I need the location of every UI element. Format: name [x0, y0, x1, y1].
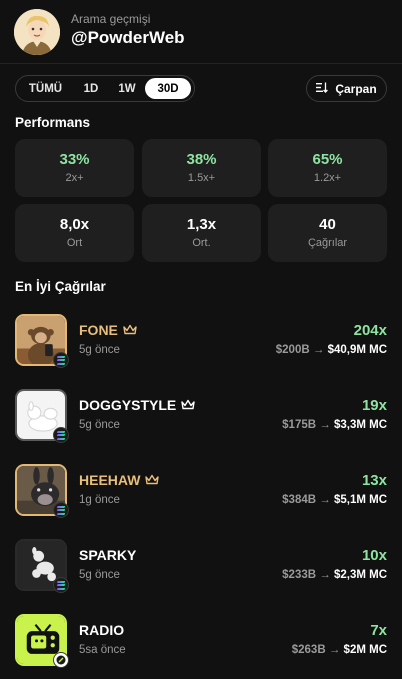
- call-time: 5g önce: [79, 569, 120, 581]
- call-multiplier: 204x: [353, 322, 387, 339]
- call-time: 5g önce: [79, 344, 120, 356]
- market-cap-change: $200B → $40,9M MC: [276, 344, 387, 356]
- multiplier-sort-button[interactable]: Çarpan: [306, 75, 387, 102]
- stat-value: 38%: [186, 151, 217, 168]
- token-name: DOGGYSTYLE: [79, 397, 195, 413]
- mc-from: $263B: [291, 644, 326, 656]
- call-multiplier: 7x: [370, 622, 387, 639]
- call-multiplier: 19x: [361, 397, 387, 414]
- tab-1d[interactable]: 1D: [73, 78, 109, 99]
- call-row-heehaw[interactable]: HEEHAW 1g önce 13x $384B → $5,1M MC: [15, 464, 387, 518]
- call-row-sparky[interactable]: SPARKY 5g önce 10x $233B → $2,3M MC: [15, 539, 387, 593]
- arrow-icon: →: [312, 344, 325, 356]
- arrow-icon: →: [319, 419, 331, 431]
- arrow-icon: →: [328, 644, 341, 656]
- mc-to: $3,3M MC: [333, 419, 387, 431]
- token-name: FONE: [79, 322, 137, 338]
- token-name: RADIO: [79, 622, 125, 638]
- call-multiplier: 10x: [361, 547, 387, 564]
- market-cap-change: $384B → $5,1M MC: [282, 494, 387, 506]
- token-name-text: FONE: [79, 322, 118, 338]
- token-name: SPARKY: [79, 547, 137, 563]
- mc-to: $40,9M MC: [327, 344, 387, 356]
- stat-label: 1.5x+: [187, 172, 216, 184]
- call-row-fone[interactable]: FONE 5g önce 204x $200B → $40,9M MC: [15, 314, 387, 368]
- mc-from: $233B: [282, 569, 317, 581]
- stat-label: Ort: [66, 237, 83, 249]
- solana-chain-icon: [53, 427, 69, 443]
- solana-chain-icon: [53, 502, 69, 518]
- stat-value: 8,0x: [59, 216, 90, 233]
- call-row-doggystyle[interactable]: DOGGYSTYLE 5g önce 19x $175B → $3,3M MC: [15, 389, 387, 443]
- call-time: 5sa önce: [79, 644, 126, 656]
- arrow-icon: →: [319, 494, 331, 506]
- tab-30d[interactable]: 30D: [145, 78, 191, 99]
- market-cap-change: $263B → $2M MC: [292, 644, 387, 656]
- call-time: 1g önce: [79, 494, 120, 506]
- stat-label: 1.2x+: [313, 172, 342, 184]
- stat-value: 33%: [59, 151, 90, 168]
- mc-from: $200B: [275, 344, 310, 356]
- mc-from: $175B: [282, 419, 317, 431]
- stat-card: 38% 1.5x+: [142, 139, 261, 197]
- mc-to: $5,1M MC: [333, 494, 387, 506]
- stat-label: 2x+: [65, 172, 84, 184]
- solana-chain-icon: [53, 577, 69, 593]
- username: @PowderWeb: [71, 28, 185, 47]
- multiplier-sort-label: Çarpan: [335, 81, 377, 96]
- crown-icon: [181, 397, 195, 413]
- profile-header: Arama geçmişi @PowderWeb: [0, 0, 402, 64]
- mc-to: $2,3M MC: [333, 569, 387, 581]
- stat-card: 65% 1.2x+: [268, 139, 387, 197]
- stat-label: Çağrılar: [307, 237, 348, 249]
- mc-from: $384B: [282, 494, 317, 506]
- token-name-text: HEEHAW: [79, 472, 141, 488]
- solana-chain-icon: [53, 352, 69, 368]
- time-filter: TÜMÜ 1D 1W 30D: [15, 75, 195, 102]
- performance-title: Performans: [15, 115, 91, 130]
- call-time: 5g önce: [79, 419, 120, 431]
- sort-icon: [316, 82, 329, 96]
- stat-label: Ort.: [192, 237, 211, 249]
- token-name: HEEHAW: [79, 472, 160, 488]
- call-multiplier: 13x: [361, 472, 387, 489]
- arrow-icon: →: [319, 569, 331, 581]
- avatar[interactable]: [14, 9, 60, 55]
- market-cap-change: $233B → $2,3M MC: [282, 569, 387, 581]
- call-row-radio[interactable]: RADIO 5sa önce 7x $263B → $2M MC: [15, 614, 387, 668]
- tab-all[interactable]: TÜMÜ: [18, 78, 73, 99]
- chain-icon: [53, 652, 69, 668]
- token-name-text: DOGGYSTYLE: [79, 397, 177, 413]
- stat-value: 65%: [312, 151, 343, 168]
- stat-card: 33% 2x+: [15, 139, 134, 197]
- header-subtitle: Arama geçmişi: [71, 12, 151, 26]
- stat-value: 40: [319, 216, 336, 233]
- tab-1w[interactable]: 1W: [109, 78, 145, 99]
- stat-card: 8,0x Ort: [15, 204, 134, 262]
- crown-icon: [123, 322, 137, 338]
- market-cap-change: $175B → $3,3M MC: [282, 419, 387, 431]
- mc-to: $2M MC: [343, 644, 387, 656]
- crown-icon: [145, 472, 160, 488]
- stat-value: 1,3x: [186, 216, 217, 233]
- best-calls-title: En İyi Çağrılar: [15, 279, 106, 294]
- stat-card: 1,3x Ort.: [142, 204, 261, 262]
- stat-card: 40 Çağrılar: [268, 204, 387, 262]
